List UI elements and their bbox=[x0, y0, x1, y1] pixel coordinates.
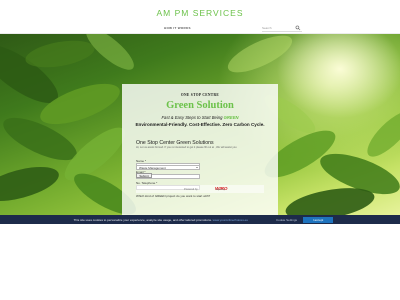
site-header: AM PM SERVICES bbox=[0, 0, 400, 24]
tagline-highlight: GREEN bbox=[223, 115, 239, 120]
powered-by-banner: Powered by WIRO Engineering bbox=[136, 185, 264, 193]
submit-button[interactable]: Submit bbox=[136, 173, 152, 178]
cookie-settings-link[interactable]: Cookie Settings bbox=[276, 218, 297, 222]
form-tagline: Fast & Easy Steps to Start Being GREEN bbox=[122, 115, 278, 120]
nav-search[interactable]: Search bbox=[262, 25, 302, 32]
nav-bar: HOW IT WORKS Search bbox=[0, 24, 400, 34]
tagline-text: Fast & Easy Steps to Start Being bbox=[161, 115, 224, 120]
cookie-consent-bar: This site uses cookies to personalize yo… bbox=[0, 215, 400, 224]
form-kicker: ONE STOP CENTRE bbox=[180, 93, 220, 97]
chevron-down-icon bbox=[195, 167, 198, 169]
project-type-select[interactable]: Waste Management bbox=[136, 165, 200, 170]
nav-search-label: Search bbox=[262, 25, 272, 30]
site-title[interactable]: AM PM SERVICES bbox=[0, 0, 400, 26]
contact-form-card: ONE STOP CENTRE Green Solution Fast & Ea… bbox=[122, 84, 278, 215]
wiro-logo-subtitle: Engineering bbox=[216, 190, 225, 191]
form-tagline-secondary: Environmental-Friendly. Cost-Effective. … bbox=[135, 122, 265, 127]
accept-cookies-button[interactable]: I accept bbox=[303, 216, 333, 223]
project-question-label: Which kind of GREEN project do you want … bbox=[136, 194, 211, 198]
project-type-value: Waste Management bbox=[139, 166, 166, 170]
powered-by-text: Powered by bbox=[184, 187, 198, 191]
search-icon[interactable] bbox=[295, 25, 301, 31]
cookie-link[interactable]: www.youronlinechoices.eu bbox=[213, 218, 248, 222]
form-heading: Green Solution bbox=[166, 100, 234, 111]
cookie-message-text: This site uses cookies to personalize yo… bbox=[73, 217, 212, 222]
hero-background: ONE STOP CENTRE Green Solution Fast & Ea… bbox=[0, 34, 400, 215]
nav-link-how-it-works[interactable]: HOW IT WORKS bbox=[164, 26, 191, 30]
form-intro: Hi, Let us assist formed. If you re inte… bbox=[136, 146, 237, 149]
cookie-message: This site uses cookies to personalize yo… bbox=[0, 218, 248, 222]
